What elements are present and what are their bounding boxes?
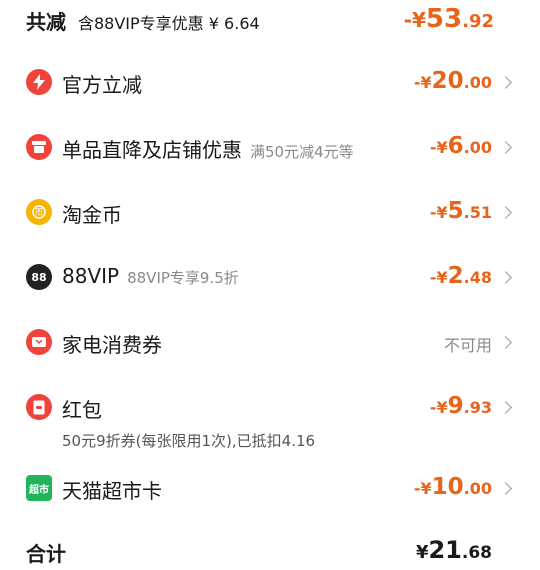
chevron-right-icon	[499, 206, 512, 219]
discount-amount: -¥6.00	[429, 133, 492, 159]
redpacket-icon	[26, 394, 52, 420]
summary-note-amount: ¥ 6.64	[208, 14, 260, 33]
discount-row-88vip[interactable]: 88 88VIP 88VIP专享9.5折 -¥2.48	[0, 263, 540, 293]
discount-label: 红包	[62, 398, 102, 422]
discount-amount: -¥9.93	[429, 393, 492, 419]
discount-amount: -¥20.00	[413, 68, 492, 94]
summary-note-prefix: 含88VIP专享优惠	[78, 14, 204, 33]
total-label: 合计	[26, 542, 66, 566]
chevron-right-icon	[499, 141, 512, 154]
total-amount: ¥21.68	[415, 536, 492, 564]
discount-amount: -¥5.51	[429, 198, 492, 224]
discount-label: 天猫超市卡	[62, 479, 162, 503]
lightning-icon	[26, 69, 52, 95]
chevron-right-icon	[499, 76, 512, 89]
coupon-icon	[26, 329, 52, 355]
discount-sub: 满50元减4元等	[250, 143, 354, 161]
supermarket-card-icon: 超市	[26, 475, 52, 501]
summary-amount: -¥53.92	[403, 4, 494, 34]
discount-label: 家电消费券	[62, 333, 162, 357]
shop-icon	[26, 134, 52, 160]
discount-label: 淘金币	[62, 203, 122, 227]
discount-summary: 共减 含88VIP专享优惠 ¥ 6.64 -¥53.92	[0, 4, 540, 36]
discount-row-redpacket[interactable]: 红包 -¥9.93 50元9折券(每张限用1次),已抵扣4.16	[0, 393, 540, 453]
discount-row-appliance-coupon[interactable]: 家电消费券 不可用	[0, 328, 540, 358]
coupon-status: 不可用	[443, 336, 492, 355]
88vip-icon: 88	[26, 264, 52, 290]
discount-row-supermarket-card[interactable]: 超市 天猫超市卡 -¥10.00	[0, 474, 540, 504]
chevron-right-icon	[499, 401, 512, 414]
discount-sub: 88VIP专享9.5折	[127, 269, 239, 287]
discount-amount: -¥2.48	[429, 263, 492, 289]
chevron-right-icon	[499, 482, 512, 495]
summary-title: 共减	[26, 10, 66, 34]
chevron-right-icon	[499, 336, 512, 349]
chevron-right-icon	[499, 271, 512, 284]
discount-row-official[interactable]: 官方立减 -¥20.00	[0, 68, 540, 98]
discount-row-taojinbi[interactable]: 币 淘金币 -¥5.51	[0, 198, 540, 228]
summary-note: 含88VIP专享优惠 ¥ 6.64	[78, 10, 260, 34]
svg-text:币: 币	[34, 208, 43, 219]
coin-icon: 币	[26, 199, 52, 225]
discount-row-store[interactable]: 单品直降及店铺优惠 满50元减4元等 -¥6.00	[0, 133, 540, 163]
discount-label: 官方立减	[62, 73, 142, 97]
discount-amount: -¥10.00	[413, 474, 492, 500]
order-total: 合计 ¥21.68	[0, 536, 540, 566]
redpacket-note: 50元9折券(每张限用1次),已抵扣4.16	[62, 432, 316, 450]
discount-label: 单品直降及店铺优惠 满50元减4元等	[62, 138, 354, 162]
discount-label: 88VIP 88VIP专享9.5折	[62, 264, 239, 288]
